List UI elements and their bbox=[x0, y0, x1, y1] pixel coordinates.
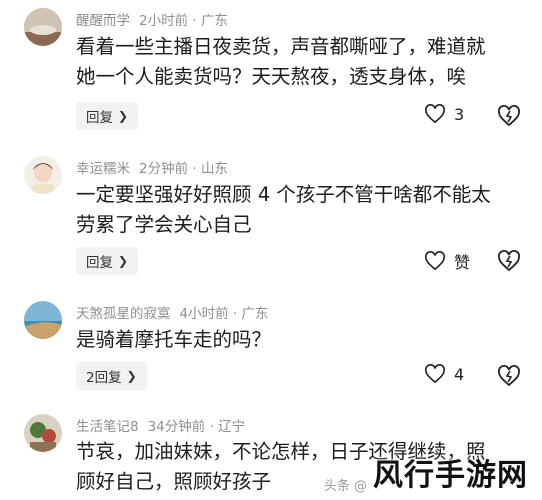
time: 34分钟前 bbox=[147, 419, 206, 435]
comment-text: 看着一些主播日夜卖货，声音都嘶哑了，难道就 她一个人能卖货吗？天天熬夜，透支身体… bbox=[76, 35, 486, 88]
comment-text: 一定要坚强好好照顾 4 个孩子不管干啥都不能太 劳累了学会关心自己 bbox=[76, 183, 491, 236]
reply-button[interactable]: 2回复 ❯ bbox=[76, 362, 147, 390]
chevron-right-icon: ❯ bbox=[118, 109, 129, 123]
avatar[interactable] bbox=[24, 301, 62, 339]
chevron-right-icon: ❯ bbox=[118, 254, 129, 268]
username[interactable]: 生活笔记8 bbox=[76, 419, 139, 435]
avatar[interactable] bbox=[24, 414, 62, 452]
broken-heart-icon[interactable] bbox=[497, 104, 521, 128]
like-button[interactable]: 3 bbox=[424, 104, 464, 124]
like-count: 4 bbox=[454, 364, 465, 384]
comment-meta: 天煞孤星的寂寞 4小时前 · 广东 bbox=[76, 306, 269, 322]
time: 4小时前 bbox=[179, 306, 229, 322]
comment-meta: 醒醒而学 2小时前 · 广东 bbox=[76, 13, 228, 29]
reply-button[interactable]: 回复 ❯ bbox=[76, 247, 139, 275]
time: 2分钟前 bbox=[139, 161, 189, 177]
location: 辽宁 bbox=[218, 419, 246, 435]
like-count: 3 bbox=[454, 104, 465, 124]
comment-meta: 生活笔记8 34分钟前 · 辽宁 bbox=[76, 419, 246, 435]
heart-icon bbox=[425, 251, 445, 271]
avatar[interactable] bbox=[24, 156, 62, 194]
chevron-right-icon: ❯ bbox=[126, 369, 137, 383]
watermark-brand: 风行手游网 bbox=[373, 458, 528, 493]
comment-text: 是骑着摩托车走的吗？ bbox=[76, 328, 272, 351]
username[interactable]: 醒醒而学 bbox=[76, 13, 130, 29]
username[interactable]: 天煞孤星的寂寞 bbox=[76, 306, 171, 322]
broken-heart-icon[interactable] bbox=[497, 364, 521, 388]
like-button[interactable]: 4 bbox=[424, 364, 464, 384]
watermark: 头条 @ 风行手游网 bbox=[324, 450, 528, 494]
watermark-source: 头条 @ bbox=[323, 479, 367, 494]
heart-icon bbox=[425, 364, 445, 384]
broken-heart-icon[interactable] bbox=[497, 249, 521, 273]
comment-meta: 幸运糯米 2分钟前 · 山东 bbox=[76, 161, 228, 177]
location: 广东 bbox=[200, 13, 228, 29]
username[interactable]: 幸运糯米 bbox=[76, 161, 130, 177]
reply-button[interactable]: 回复 ❯ bbox=[76, 102, 139, 130]
heart-icon bbox=[425, 104, 445, 124]
like-count: 赞 bbox=[454, 253, 471, 272]
time: 2小时前 bbox=[139, 13, 189, 29]
location: 广东 bbox=[241, 306, 269, 322]
like-button[interactable]: 赞 bbox=[424, 249, 470, 273]
location: 山东 bbox=[200, 161, 228, 177]
avatar[interactable] bbox=[24, 8, 62, 46]
